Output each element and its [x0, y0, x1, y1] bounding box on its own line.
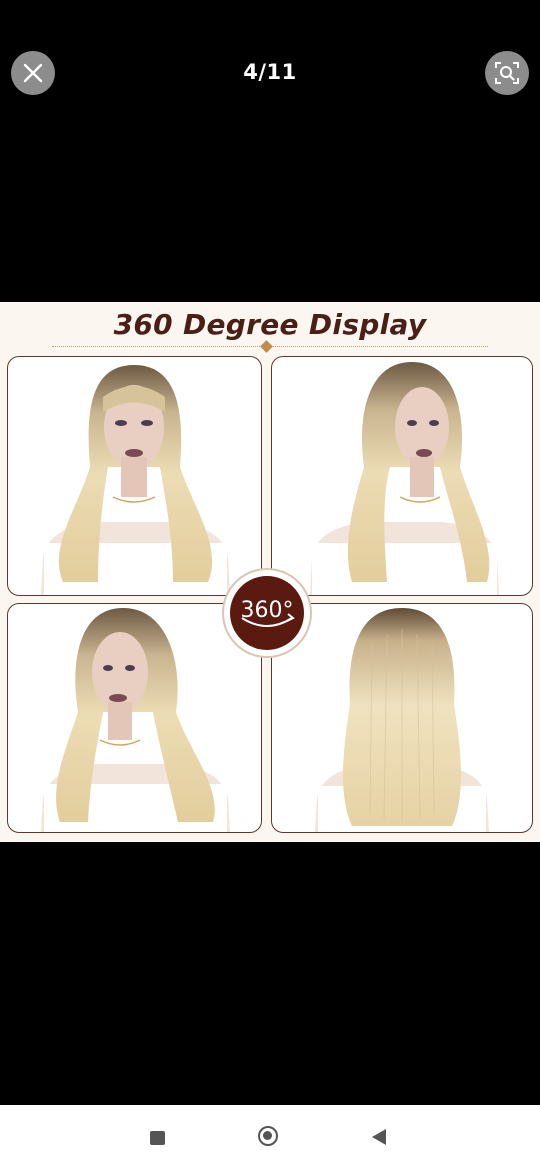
wig-front-illustration — [39, 365, 230, 595]
home-circle-icon[interactable] — [258, 1126, 278, 1146]
recents-square-icon[interactable] — [150, 1131, 165, 1145]
image-title: 360 Degree Display — [113, 308, 427, 341]
rotation-badge: 360° — [222, 568, 312, 658]
back-triangle-icon[interactable] — [372, 1129, 386, 1145]
wig-back-view — [271, 603, 533, 833]
viewer-top-bar: 4/11 — [0, 0, 540, 150]
rotate-arrow-icon — [241, 613, 295, 627]
wig-front-view — [7, 356, 262, 596]
product-image[interactable]: 360 Degree Display 360° — [0, 302, 540, 842]
image-counter: 4/11 — [243, 60, 297, 84]
wig-left-side-illustration — [39, 608, 230, 832]
image-search-button[interactable] — [485, 51, 529, 95]
wig-left-side-view — [7, 603, 262, 833]
image-search-icon — [495, 62, 519, 84]
rotation-badge-inner: 360° — [230, 576, 304, 650]
system-navigation-bar — [0, 1105, 540, 1170]
wig-right-side-illustration — [307, 362, 499, 595]
divider-ornament — [260, 340, 273, 353]
wig-back-illustration — [307, 608, 497, 832]
wig-right-side-view — [271, 356, 533, 596]
